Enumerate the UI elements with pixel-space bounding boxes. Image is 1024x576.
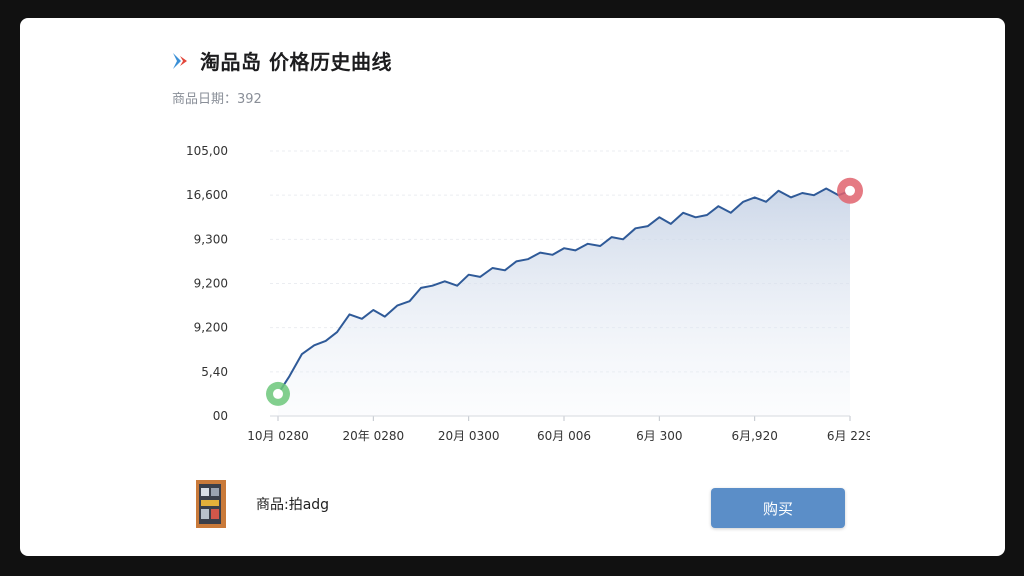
y-tick-label: 16,600 [186,188,228,202]
x-tick-label: 20年 0280 [343,429,405,443]
x-tick-label: 6月,920 [731,429,777,443]
y-tick-label: 105,00 [186,144,228,158]
product-name: 商品:拍adg [256,497,330,513]
y-tick-label: 9,200 [194,277,228,291]
buy-button[interactable]: 购买 [711,488,845,528]
x-tick-label: 10月 0280 [247,429,309,443]
header: 淘品岛 价格历史曲线 [170,46,392,75]
product-info: 商品:拍adg [192,478,329,530]
page-title: 淘品岛 价格历史曲线 [200,50,392,74]
y-tick-label: 9,300 [194,232,228,246]
y-tick-label: 5,40 [201,365,228,379]
x-tick-label: 60月 006 [537,429,591,443]
price-chart: 105,00 16,600 9,300 9,200 9,200 5,40 00 10月 028… [186,144,870,443]
y-tick-label: 00 [213,409,228,423]
product-thumbnail[interactable] [192,478,230,530]
end-point-dot [845,185,855,196]
brand-logo-icon [173,52,187,69]
start-point-dot [273,388,283,399]
x-tick-label: 20月 0300 [438,429,500,443]
x-tick-label: 6月 229 [827,429,870,443]
x-tick-label: 6月 300 [636,429,682,443]
product-date-text: 商品日期：392 [172,92,262,107]
price-area [278,188,850,416]
y-tick-label: 9,200 [194,321,228,335]
price-history-card: 淘品岛 价格历史曲线 商品日期：392 105,00 16,600 9,300 9,2… [20,18,1005,556]
